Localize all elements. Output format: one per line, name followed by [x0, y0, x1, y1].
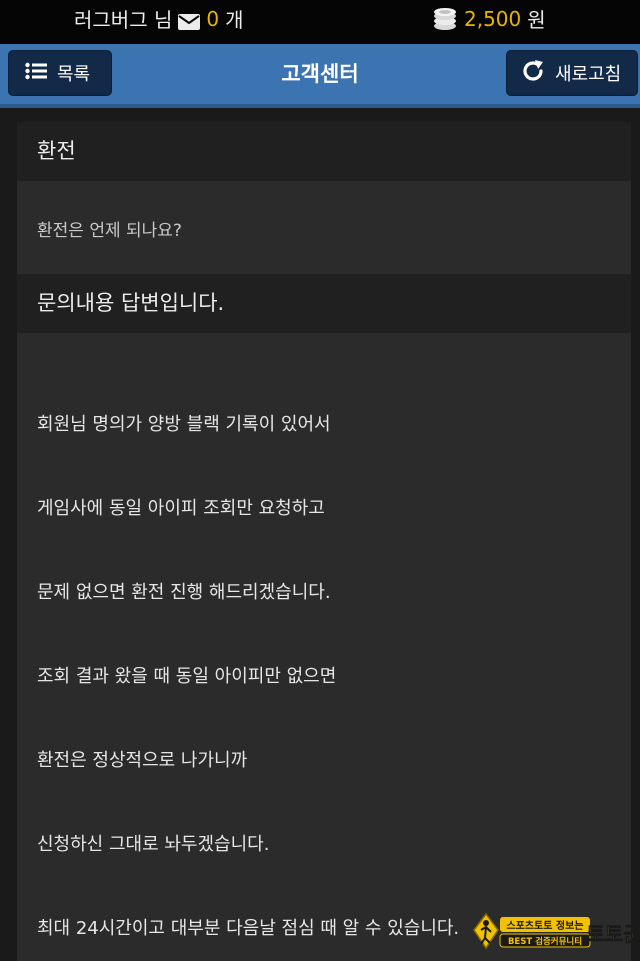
refresh-button-label: 새로고침: [555, 64, 622, 85]
coins-icon: [432, 7, 458, 31]
mail-icon[interactable]: [178, 11, 201, 30]
user-info: 러그버그 님 0 개: [74, 4, 244, 33]
app-header: 목록 고객센터 새로고침: [0, 44, 640, 108]
answer-line: 게임사에 동일 아이피 조회만 요청하고: [37, 498, 325, 519]
message-count[interactable]: 0: [206, 7, 219, 31]
watermark-logo: 스포츠토토 정보는 BEST 검증커뮤니티 토토군: [470, 908, 640, 956]
answer-line: 최대 24시간이고 대부분 다음날 점심 때 알 수 있습니다.: [37, 918, 460, 939]
svg-text:토토군: 토토군: [586, 922, 636, 946]
answer-line: 조회 결과 왔을 때 동일 아이피만 없으면: [37, 666, 337, 687]
message-unit: 개: [225, 8, 244, 32]
svg-text:BEST 검증커뮤니티: BEST 검증커뮤니티: [508, 936, 582, 947]
inquiry-category: 환전: [17, 122, 631, 181]
points-unit: 원: [527, 8, 546, 32]
answer-line: 회원님 명의가 양방 블랙 기록이 있어서: [37, 414, 331, 435]
refresh-icon: [521, 59, 545, 88]
answer-line: 환전은 정상적으로 나가니까: [37, 750, 248, 771]
status-bar: 러그버그 님 0 개 2,500 원: [0, 0, 640, 44]
refresh-button[interactable]: 새로고침: [506, 50, 638, 96]
inquiry-question: 환전은 언제 되나요?: [37, 221, 182, 241]
svg-text:스포츠토토 정보는: 스포츠토토 정보는: [506, 919, 583, 932]
answer-line: 신청하신 그대로 놔두겠습니다.: [37, 834, 270, 855]
inquiry-panel: 환전 환전은 언제 되나요? 문의내용 답변입니다. 회원님 명의가 양방 블랙…: [17, 122, 631, 961]
points-amount: 2,500: [464, 6, 522, 31]
answer-title: 문의내용 답변입니다.: [17, 274, 631, 333]
username: 러그버그 님: [74, 8, 173, 32]
answer-line: 문제 없으면 환전 진행 해드리겠습니다.: [37, 582, 331, 603]
watermark-logo-icon: 스포츠토토 정보는 BEST 검증커뮤니티 토토군: [473, 912, 640, 950]
points-info: 2,500 원: [432, 4, 546, 33]
